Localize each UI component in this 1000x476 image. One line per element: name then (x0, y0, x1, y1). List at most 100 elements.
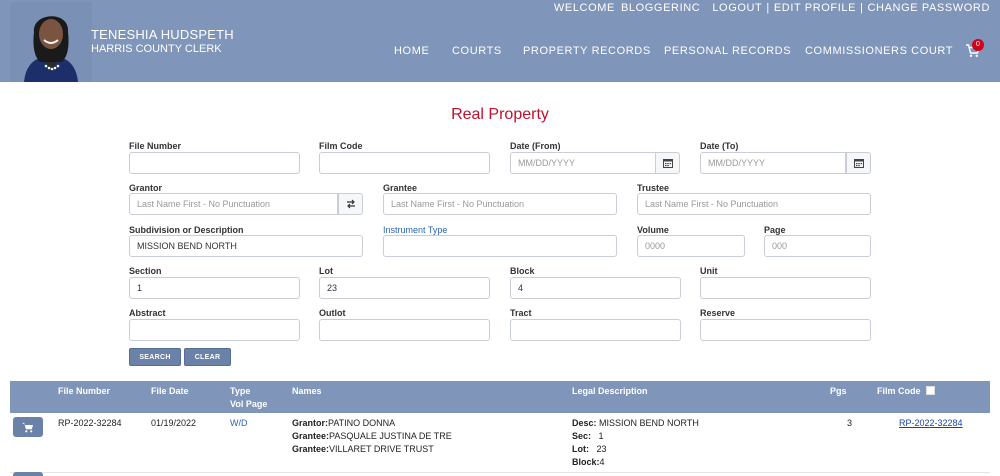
nav-property-records[interactable]: PROPERTY RECORDS (523, 45, 651, 57)
avatar (10, 2, 92, 82)
cell-names-line: Grantor:PATINO DONNA (292, 417, 395, 430)
cell-file-number: RP-2022-32284 (58, 418, 122, 428)
main-nav: HOME COURTS PROPERTY RECORDS PERSONAL RE… (0, 45, 1000, 59)
volume-input[interactable] (637, 235, 745, 257)
col-film-code[interactable]: Film Code (877, 386, 921, 396)
page-title: Real Property (451, 106, 549, 123)
grantee-label: Grantee (383, 183, 418, 193)
edit-profile-link[interactable]: EDIT PROFILE (774, 2, 856, 14)
search-button[interactable]: SEARCH (129, 348, 181, 366)
col-vol-page[interactable]: Vol Page (230, 399, 267, 409)
cart-count-badge: 0 (972, 39, 984, 51)
grantor-label: Grantor (129, 183, 163, 193)
calendar-icon[interactable] (655, 152, 680, 174)
cell-names-line: Grantee:PASQUALE JUSTINA DE TRE (292, 430, 452, 443)
nav-personal-records[interactable]: PERSONAL RECORDS (664, 45, 791, 57)
abstract-label: Abstract (129, 308, 166, 318)
col-legal-description[interactable]: Legal Description (572, 386, 648, 396)
page-label: Page (764, 225, 786, 235)
change-password-link[interactable]: CHANGE PASSWORD (868, 2, 990, 14)
cell-legal-line: Sec: 1 (572, 430, 604, 443)
outlot-label: Outlot (319, 308, 346, 318)
legal-key: Sec: (572, 431, 592, 441)
name-value: PATINO DONNA (328, 418, 396, 428)
legal-key: Lot: (572, 444, 589, 454)
legal-key: Block: (572, 457, 600, 467)
cell-pgs: 3 (847, 418, 853, 428)
subdivision-input[interactable] (129, 235, 363, 257)
volume-label: Volume (637, 225, 669, 235)
legal-key: Desc: (572, 418, 597, 428)
legal-value: MISSION BEND NORTH (599, 418, 699, 428)
film-code-input[interactable] (319, 152, 490, 174)
section-input[interactable] (129, 277, 300, 299)
logout-link[interactable]: LOGOUT (712, 2, 762, 14)
date-to-label: Date (To) (700, 141, 739, 151)
cell-legal-line: Block:4 (572, 456, 605, 469)
add-to-cart-button[interactable] (13, 417, 43, 437)
welcome-text: WELCOME (553, 2, 615, 14)
section-label: Section (129, 266, 162, 276)
name-role: Grantor: (292, 418, 328, 428)
col-file-number[interactable]: File Number (58, 386, 110, 396)
account-bar: WELCOME BLOGGERINC LOGOUT | EDIT PROFILE | CHA… (554, 2, 990, 14)
nav-courts[interactable]: COURTS (452, 45, 502, 57)
nav-home[interactable]: HOME (394, 45, 429, 57)
block-input[interactable] (510, 277, 681, 299)
reserve-label: Reserve (700, 308, 736, 318)
col-names[interactable]: Names (292, 386, 322, 396)
swap-icon[interactable] (338, 193, 363, 215)
abstract-input[interactable] (129, 319, 300, 341)
date-from-label: Date (From) (510, 141, 561, 151)
cell-legal-line: Desc: MISSION BEND NORTH (572, 417, 699, 430)
name-role: Grantee: (292, 431, 330, 441)
grantor-input[interactable] (129, 193, 338, 215)
cart-icon (22, 422, 34, 432)
name-value: PASQUALE JUSTINA DE TRE (329, 431, 452, 441)
lot-input[interactable] (319, 277, 490, 299)
cell-type-link[interactable]: W/D (230, 417, 248, 430)
date-from-input[interactable] (510, 152, 656, 174)
col-file-date[interactable]: File Date (151, 386, 189, 396)
film-code-label: Film Code (319, 141, 363, 151)
file-number-label: File Number (129, 141, 182, 151)
instrument-type-input[interactable] (383, 235, 617, 257)
separator: | (766, 2, 770, 14)
col-pgs[interactable]: Pgs (830, 386, 847, 396)
calendar-icon[interactable] (846, 152, 871, 174)
unit-label: Unit (700, 266, 718, 276)
separator: | (860, 2, 864, 14)
cell-film-code-link[interactable]: RP-2022-32284 (899, 417, 963, 430)
col-type[interactable]: Type (230, 386, 250, 396)
clerk-name: TENESHIA HUDSPETH (91, 27, 234, 42)
legal-value: 1 (598, 431, 604, 441)
page-input[interactable] (764, 235, 871, 257)
site-header: TENESHIA HUDSPETH HARRIS COUNTY CLERK WE… (0, 0, 1000, 82)
name-value: VILLARET DRIVE TRUST (329, 444, 434, 454)
tract-input[interactable] (510, 319, 681, 341)
reserve-input[interactable] (700, 319, 871, 341)
cell-legal-line: Lot: 23 (572, 443, 607, 456)
lot-label: Lot (319, 266, 333, 276)
trustee-input[interactable] (637, 193, 871, 215)
legal-value: 4 (599, 457, 605, 467)
file-number-input[interactable] (129, 152, 300, 174)
cell-file-date: 01/19/2022 (151, 418, 197, 428)
trustee-label: Trustee (637, 183, 670, 193)
add-to-cart-button[interactable] (13, 472, 43, 476)
date-to-input[interactable] (700, 152, 846, 174)
clear-button[interactable]: CLEAR (184, 348, 231, 366)
nav-commissioners-court[interactable]: COMMISSIONERS COURT (805, 45, 953, 57)
grantee-input[interactable] (383, 193, 617, 215)
cell-names-line: Grantee:VILLARET DRIVE TRUST (292, 443, 434, 456)
outlot-input[interactable] (319, 319, 490, 341)
block-label: Block (510, 266, 535, 276)
username: BLOGGERINC (620, 2, 701, 14)
subdivision-label: Subdivision or Description (129, 225, 244, 235)
name-role: Grantee: (292, 444, 330, 454)
checkbox-icon[interactable] (926, 386, 935, 395)
unit-input[interactable] (700, 277, 871, 299)
tract-label: Tract (510, 308, 532, 318)
legal-value: 23 (596, 444, 607, 454)
instrument-type-label[interactable]: Instrument Type (383, 225, 447, 235)
